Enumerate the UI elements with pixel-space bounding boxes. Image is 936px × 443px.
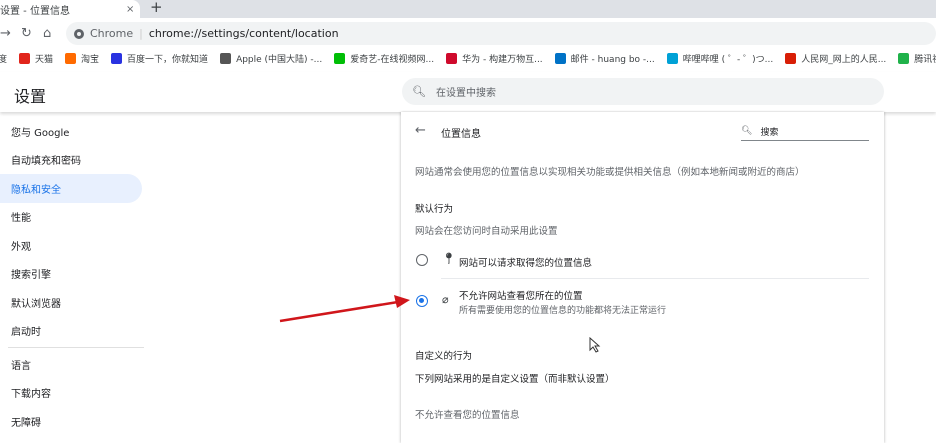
sidebar-item-label: 外观: [11, 241, 31, 253]
option-block-sub: 所有需要使用您的位置信息的功能都将无法正常运行: [459, 306, 667, 316]
search-icon: 🔍︎: [741, 126, 753, 136]
omnibox-chip: Chrome: [90, 27, 134, 40]
close-tab-icon[interactable]: ×: [126, 4, 134, 15]
sidebar-item[interactable]: 自动填充和密码: [0, 146, 142, 175]
bookmark-label: Apple (中国大陆) -...: [236, 55, 323, 65]
bookmark-favicon-icon: [19, 53, 31, 64]
sidebar-item-label: 您与 Google: [11, 127, 70, 139]
sidebar-item-label: 性能: [11, 213, 31, 225]
bookmark-item[interactable]: 度: [0, 52, 7, 65]
bookmark-label: 华为 - 构建万物互...: [462, 55, 543, 65]
forward-icon[interactable]: →: [0, 26, 11, 41]
annotation-arrow: [279, 295, 410, 323]
settings-search-input[interactable]: 🔍︎ 在设置中搜索: [402, 78, 884, 105]
bookmarks-bar: 度 天猫 淘宝 百度一下，你就知道 Apple (中国大陆) -... 爱奇艺-在线视频网…: [0, 48, 936, 69]
option-allow-label[interactable]: 网站可以请求取得您的位置信息: [459, 255, 592, 269]
tab-strip: 设置 - 位置信息 × +: [0, 0, 936, 18]
sidebar-item-label: 启动时: [11, 327, 41, 339]
bookmark-favicon-icon: [446, 53, 458, 64]
description: 网站通常会使用您的位置信息以实现相关功能或提供相关信息（例如本地新闻或附近的商店…: [415, 167, 805, 178]
bookmark-item[interactable]: 爱奇艺-在线视频网...: [334, 52, 434, 65]
custom-heading: 自定义的行为: [415, 351, 473, 362]
sidebar-divider: [8, 347, 144, 348]
sidebar-item[interactable]: 语言: [0, 350, 142, 379]
location-pin-icon: 📍︎: [442, 252, 456, 265]
divider: [441, 278, 869, 279]
custom-subtitle: 下列网站采用的是自定义设置（而非默认设置）: [415, 374, 615, 385]
bookmark-favicon-icon: [111, 53, 123, 64]
bookmark-favicon-icon: [220, 53, 232, 64]
bookmark-favicon-icon: [334, 53, 346, 64]
search-icon: 🔍︎: [412, 85, 426, 98]
bookmark-item[interactable]: 淘宝: [65, 52, 99, 65]
mouse-cursor-icon: [589, 337, 601, 353]
section-title: 位置信息: [441, 129, 481, 140]
bookmark-favicon-icon: [65, 53, 77, 64]
bookmark-favicon-icon: [785, 53, 797, 64]
tab-title: 设置 - 位置信息: [0, 5, 70, 17]
bookmark-item[interactable]: 华为 - 构建万物互...: [446, 52, 543, 65]
option-block-label[interactable]: 不允许网站查看您所在的位置: [459, 288, 583, 302]
bookmark-item[interactable]: 邮件 - huang bo -...: [554, 52, 655, 65]
home-icon[interactable]: ⌂: [43, 26, 51, 41]
sidebar-item[interactable]: 下载内容: [0, 379, 142, 408]
back-arrow-icon[interactable]: ←: [415, 123, 426, 138]
section-search-input[interactable]: 🔍︎ 搜索: [741, 122, 869, 141]
sidebar-item-label: 下载内容: [11, 389, 51, 401]
bookmark-label: 腾讯视频-中国领: [914, 55, 936, 65]
sidebar-item-label: 默认浏览器: [11, 298, 61, 310]
radio-allow-location[interactable]: [416, 254, 428, 266]
bookmark-item[interactable]: 哔哩哔哩 ( ゜- ゜)つ...: [666, 52, 774, 65]
omnibox-separator: |: [139, 27, 143, 40]
sidebar-item[interactable]: 无障碍: [0, 407, 142, 436]
url-text: chrome://settings/content/location: [148, 27, 339, 40]
bookmark-item[interactable]: Apple (中国大陆) -...: [220, 52, 322, 65]
new-tab-button[interactable]: +: [150, 0, 163, 16]
default-heading: 默认行为: [415, 204, 454, 215]
sidebar-item-label: 无障碍: [11, 417, 41, 429]
sidebar-item[interactable]: 默认浏览器: [0, 288, 142, 317]
tab-settings-location[interactable]: 设置 - 位置信息 ×: [0, 0, 140, 18]
blocked-heading: 不允许查看您的位置信息: [415, 410, 520, 421]
toolbar: → ↻ ⌂ Chrome | chrome://settings/content…: [0, 18, 936, 48]
bookmark-favicon-icon: [898, 53, 910, 64]
chrome-icon: [74, 28, 84, 39]
settings-header: 设置 🔍︎ 在设置中搜索: [0, 72, 936, 112]
sidebar-item[interactable]: 外观: [0, 231, 142, 260]
bookmark-label: 哔哩哔哩 ( ゜- ゜)つ...: [682, 55, 774, 65]
bookmark-item[interactable]: 百度一下，你就知道: [111, 52, 208, 65]
sidebar-item-label: 搜索引擎: [11, 270, 51, 282]
default-subtitle: 网站会在您访问时自动采用此设置: [415, 226, 558, 237]
sidebar-item-label: 语言: [11, 360, 31, 372]
bookmark-label: 百度一下，你就知道: [127, 55, 209, 65]
location-settings-card: ← 位置信息 🔍︎ 搜索 网站通常会使用您的位置信息以实现相关功能或提供相关信息…: [401, 112, 884, 443]
bookmark-label: 淘宝: [81, 55, 100, 65]
bookmark-label: 天猫: [35, 55, 54, 65]
search-placeholder: 在设置中搜索: [435, 88, 496, 99]
sidebar-item[interactable]: 性能: [0, 203, 142, 232]
sidebar-item[interactable]: 您与 Google: [0, 117, 142, 146]
bookmark-item[interactable]: 人民网_网上的人民...: [785, 52, 886, 65]
address-bar[interactable]: Chrome | chrome://settings/content/locat…: [66, 22, 936, 45]
location-off-icon: ⌀: [442, 293, 449, 306]
bookmark-favicon-icon: [666, 53, 678, 64]
sidebar-item[interactable]: 隐私和安全: [0, 174, 142, 203]
sidebar: 您与 Google 自动填充和密码 隐私和安全性能外观搜索引擎默认浏览器启动时语言下…: [0, 117, 150, 436]
bookmark-favicon-icon: [554, 53, 566, 64]
page-title: 设置: [14, 87, 47, 106]
sidebar-item-label: 自动填充和密码: [11, 156, 81, 168]
section-search-placeholder: 搜索: [760, 127, 779, 138]
reload-icon[interactable]: ↻: [21, 26, 32, 41]
bookmark-item[interactable]: 天猫: [19, 52, 53, 65]
bookmark-label: 爱奇艺-在线视频网...: [350, 55, 435, 65]
bookmark-label: 人民网_网上的人民...: [801, 55, 887, 65]
bookmark-label: 度: [0, 55, 8, 65]
sidebar-item[interactable]: 搜索引擎: [0, 260, 142, 289]
bookmark-item[interactable]: 腾讯视频-中国领: [898, 52, 936, 65]
bookmark-label: 邮件 - huang bo -...: [570, 55, 655, 65]
sidebar-item[interactable]: 启动时: [0, 317, 142, 346]
sidebar-item-label: 隐私和安全: [11, 184, 61, 196]
